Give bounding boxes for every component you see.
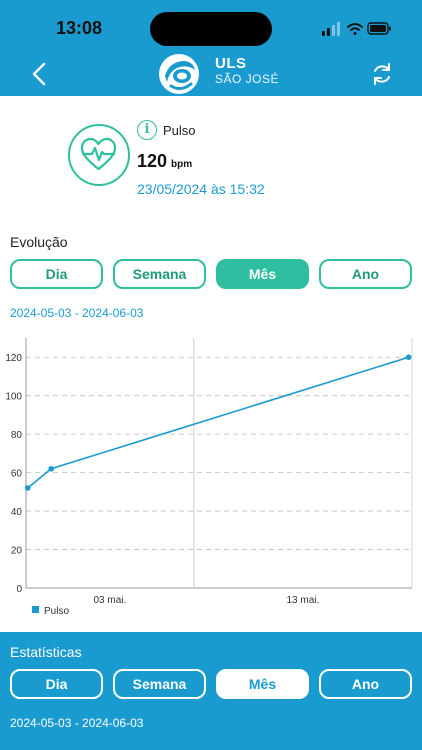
refresh-icon[interactable]: [366, 58, 398, 90]
statistics-tab-day[interactable]: Dia: [10, 669, 103, 699]
y-tick-label: 20: [11, 546, 23, 557]
statistics-date-range: 2024-05-03 - 2024-06-03: [10, 716, 144, 730]
statistics-title: Estatísticas: [10, 644, 82, 660]
battery-icon: [367, 22, 391, 35]
y-tick-label: 100: [5, 392, 22, 403]
brand-title: ULS: [215, 55, 247, 72]
metric-value: 120: [137, 151, 168, 171]
metric-name: Pulso: [163, 123, 196, 138]
y-tick-label: 120: [5, 353, 22, 364]
y-tick-label: 80: [11, 430, 23, 441]
signal-icon: [322, 22, 340, 36]
evolution-tab-day[interactable]: Dia: [10, 259, 103, 289]
statistics-tab-year[interactable]: Ano: [319, 669, 412, 699]
legend-swatch: [32, 606, 39, 613]
brand-name: ULS SÃO JOSÉ: [215, 55, 280, 87]
data-point: [48, 465, 54, 472]
metric-value-row: 120 bpm: [137, 151, 192, 172]
y-tick-label: 40: [11, 507, 23, 518]
data-point: [405, 354, 412, 361]
statistics-panel: Estatísticas Dia Semana Mês Ano 2024-05-…: [0, 632, 422, 750]
info-icon[interactable]: i: [137, 120, 157, 140]
legend-label: Pulso: [44, 606, 69, 617]
metric-datetime: 23/05/2024 às 15:32: [137, 181, 265, 197]
evolution-tab-week[interactable]: Semana: [113, 259, 206, 289]
statistics-tab-month[interactable]: Mês: [216, 669, 309, 699]
statistics-period-tabs: Dia Semana Mês Ano: [10, 669, 412, 699]
evolution-title: Evolução: [10, 234, 68, 250]
statistics-tab-week[interactable]: Semana: [113, 669, 206, 699]
dynamic-island: [150, 12, 272, 46]
pulse-line-chart: 0 20 40 60 80 100 120 03 mai. 13 mai. Pulso: [5, 338, 413, 617]
metric-unit: bpm: [171, 159, 193, 170]
data-point: [24, 485, 31, 491]
x-tick-label: 13 mai.: [287, 595, 320, 606]
uls-logo-icon: [159, 54, 199, 94]
status-time: 13:08: [56, 18, 103, 38]
evolution-period-tabs: Dia Semana Mês Ano: [10, 259, 412, 289]
wifi-icon: [347, 23, 363, 35]
app-header: 13:08 ULS SÃO JOSÉ: [0, 0, 422, 96]
status-icons: [322, 22, 391, 36]
heart-pulse-icon: [68, 124, 130, 186]
series-line: [27, 356, 409, 489]
brand-subtitle: SÃO JOSÉ: [215, 72, 280, 86]
evolution-tab-year[interactable]: Ano: [319, 259, 412, 289]
y-tick-label: 60: [11, 469, 23, 480]
x-tick-label: 03 mai.: [94, 595, 127, 606]
evolution-date-range: 2024-05-03 - 2024-06-03: [10, 306, 144, 320]
y-tick-label: 0: [16, 584, 22, 595]
evolution-tab-month[interactable]: Mês: [216, 259, 309, 289]
chevron-left-icon[interactable]: [24, 58, 56, 90]
